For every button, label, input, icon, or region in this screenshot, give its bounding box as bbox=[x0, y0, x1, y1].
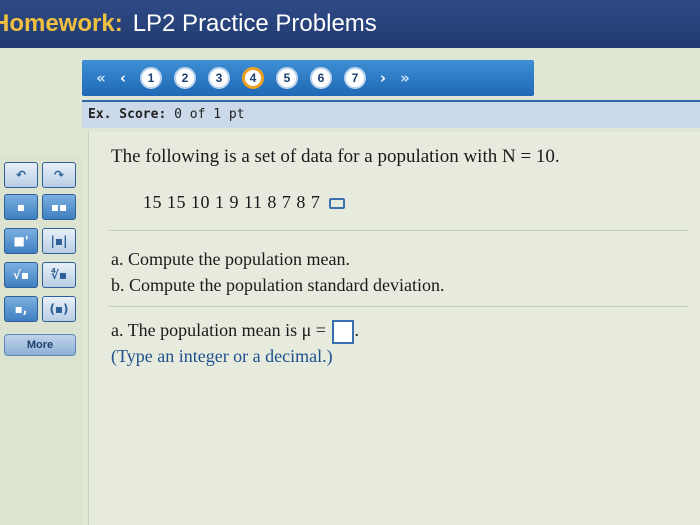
score-label: Ex. Score: bbox=[88, 107, 167, 122]
copy-data-icon[interactable] bbox=[329, 198, 346, 210]
task-a: a. Compute the population mean. bbox=[111, 249, 350, 269]
next-question-icon[interactable]: › bbox=[372, 69, 394, 87]
question-button-3[interactable]: 3 bbox=[208, 67, 230, 89]
first-question-icon[interactable]: « bbox=[90, 69, 112, 87]
fraction-icon[interactable]: ▪ bbox=[4, 194, 38, 220]
mixed-fraction-icon[interactable]: ▪▪ bbox=[42, 194, 76, 220]
math-toolbar: ↶ ↷ ▪ ▪▪ ■' |▪| √▪ ∜▪ ▪, (▪) More bbox=[0, 156, 82, 525]
absolute-value-icon[interactable]: |▪| bbox=[42, 228, 76, 254]
task-list: a. Compute the population mean. b. Compu… bbox=[111, 246, 444, 298]
question-button-5[interactable]: 5 bbox=[276, 67, 298, 89]
parentheses-icon[interactable]: (▪) bbox=[42, 296, 76, 322]
divider bbox=[109, 306, 689, 307]
problem-intro: The following is a set of data for a pop… bbox=[111, 146, 560, 167]
answer-line: a. The population mean is μ = . bbox=[111, 320, 359, 344]
question-button-2[interactable]: 2 bbox=[174, 67, 196, 89]
homework-label: Homework: bbox=[0, 10, 123, 37]
problem-panel: The following is a set of data for a pop… bbox=[88, 132, 700, 525]
redo-icon[interactable]: ↷ bbox=[42, 162, 76, 188]
dataset-values: 15 15 10 1 9 11 8 7 8 7 bbox=[143, 192, 346, 213]
question-button-1[interactable]: 1 bbox=[140, 67, 162, 89]
prev-question-icon[interactable]: ‹ bbox=[112, 69, 134, 87]
divider bbox=[109, 230, 689, 231]
nth-root-icon[interactable]: ∜▪ bbox=[42, 262, 76, 288]
score-bar: Ex. Score: 0 of 1 pt bbox=[82, 100, 700, 128]
exponent-icon[interactable]: ■' bbox=[4, 228, 38, 254]
square-root-icon[interactable]: √▪ bbox=[4, 262, 38, 288]
task-b: b. Compute the population standard devia… bbox=[111, 275, 445, 295]
subscript-icon[interactable]: ▪, bbox=[4, 296, 38, 322]
page: « ‹ 1 2 3 4 5 6 7 › » Ex. Score: 0 of 1 … bbox=[0, 48, 700, 525]
answer-prompt: a. The population mean is μ = bbox=[111, 320, 326, 341]
question-button-7[interactable]: 7 bbox=[344, 67, 366, 89]
more-button[interactable]: More bbox=[4, 334, 76, 356]
dataset-text: 15 15 10 1 9 11 8 7 8 7 bbox=[143, 192, 321, 212]
undo-icon[interactable]: ↶ bbox=[4, 162, 38, 188]
answer-hint: (Type an integer or a decimal.) bbox=[111, 346, 333, 366]
population-mean-input[interactable] bbox=[332, 320, 355, 344]
question-nav: « ‹ 1 2 3 4 5 6 7 › » bbox=[82, 60, 534, 96]
last-question-icon[interactable]: » bbox=[394, 69, 416, 87]
title-bar: Homework: LP2 Practice Problems bbox=[0, 0, 700, 48]
answer-suffix: . bbox=[354, 320, 359, 341]
score-value: 0 of 1 pt bbox=[174, 107, 245, 122]
assignment-title: LP2 Practice Problems bbox=[132, 10, 377, 37]
question-button-6[interactable]: 6 bbox=[310, 67, 332, 89]
question-button-4[interactable]: 4 bbox=[242, 67, 264, 89]
